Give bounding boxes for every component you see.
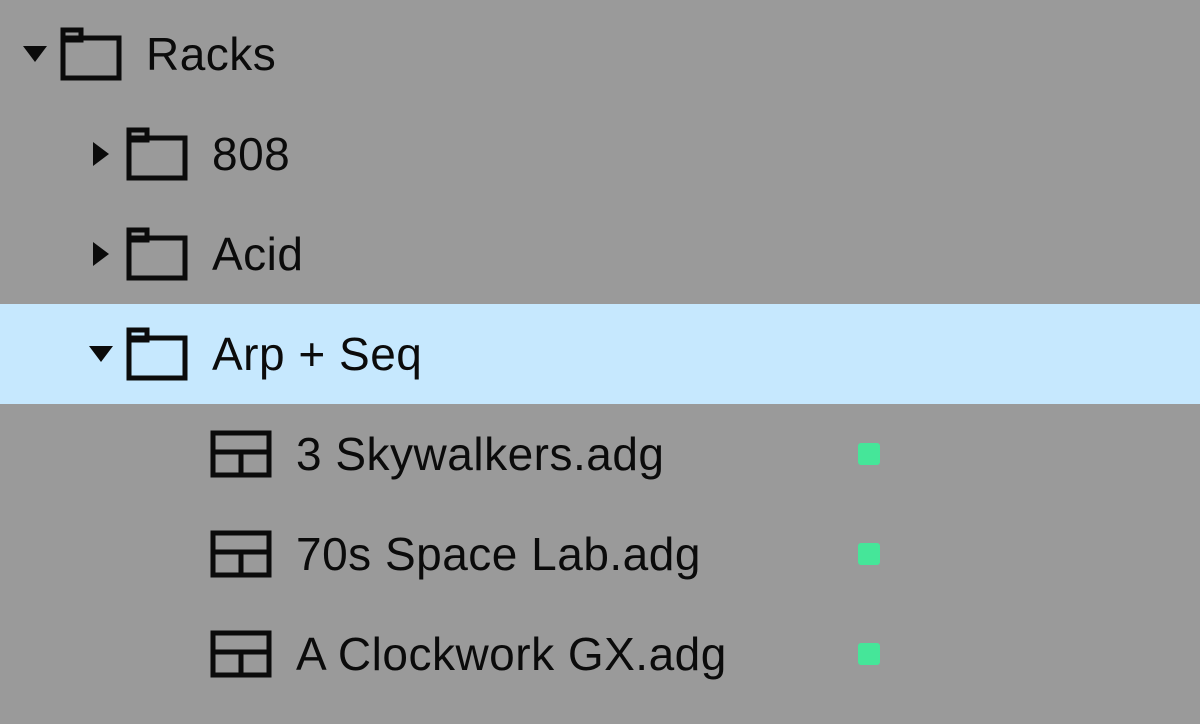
- browser-tree: Racks 808: [0, 0, 1200, 704]
- tree-row-file[interactable]: 70s Space Lab.adg: [0, 504, 1200, 604]
- tree-row-arp-seq[interactable]: Arp + Seq: [0, 304, 1200, 404]
- tree-label: A Clockwork GX.adg: [296, 627, 846, 681]
- chevron-right-icon[interactable]: [86, 239, 116, 269]
- preset-icon: [210, 524, 272, 584]
- chevron-down-icon[interactable]: [20, 39, 50, 69]
- folder-icon: [126, 224, 188, 284]
- folder-icon: [60, 24, 122, 84]
- folder-icon: [126, 324, 188, 384]
- tree-label: 808: [212, 127, 1180, 181]
- tree-label: Acid: [212, 227, 1180, 281]
- folder-icon: [126, 124, 188, 184]
- chevron-right-icon[interactable]: [86, 139, 116, 169]
- tree-label: Racks: [146, 27, 1180, 81]
- preset-icon: [210, 624, 272, 684]
- tree-row-file[interactable]: 3 Skywalkers.adg: [0, 404, 1200, 504]
- tree-label: 3 Skywalkers.adg: [296, 427, 846, 481]
- tree-label: 70s Space Lab.adg: [296, 527, 846, 581]
- tree-row-acid[interactable]: Acid: [0, 204, 1200, 304]
- status-indicator: [858, 543, 880, 565]
- tree-label: Arp + Seq: [212, 327, 1180, 381]
- chevron-down-icon[interactable]: [86, 339, 116, 369]
- tree-row-808[interactable]: 808: [0, 104, 1200, 204]
- status-indicator: [858, 643, 880, 665]
- tree-row-file[interactable]: A Clockwork GX.adg: [0, 604, 1200, 704]
- tree-row-racks[interactable]: Racks: [0, 4, 1200, 104]
- preset-icon: [210, 424, 272, 484]
- status-indicator: [858, 443, 880, 465]
